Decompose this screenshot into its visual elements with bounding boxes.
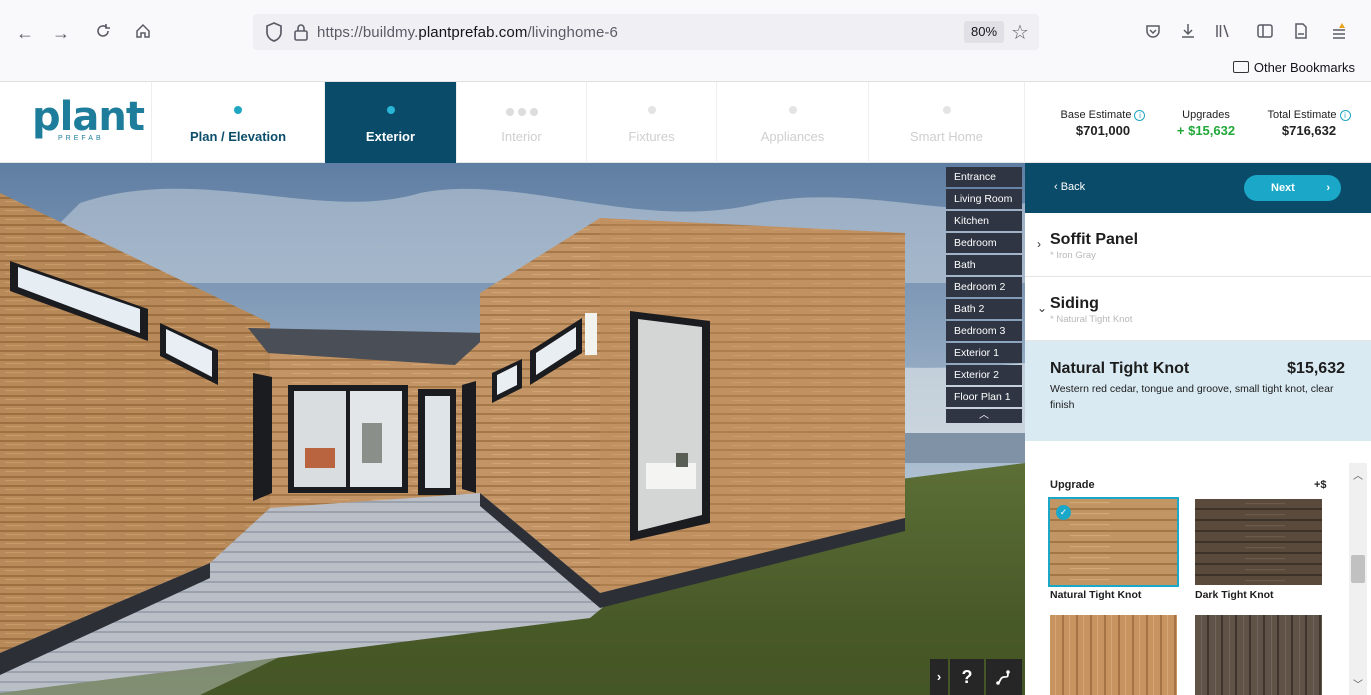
collapse-chevron-icon[interactable]: ︿ (946, 409, 1022, 423)
browser-toolbar: ← → https://buildmy.plantprefab.com/livi… (0, 0, 1371, 52)
expand-chevron-icon[interactable]: › (930, 659, 948, 695)
home-icon[interactable] (132, 22, 154, 44)
wood-swatch-dark (1195, 499, 1322, 585)
step-indicator-dot (647, 106, 656, 114)
exterior-render[interactable] (0, 163, 1025, 695)
room-bath-button[interactable]: Bath (946, 255, 1022, 275)
check-icon: ✓ (1056, 505, 1071, 520)
path-tour-button[interactable] (986, 659, 1022, 695)
chevron-right-icon: › (1037, 237, 1041, 251)
step-indicator-dot (234, 106, 242, 114)
menu-icon[interactable] (1328, 22, 1350, 44)
section-soffit-panel[interactable]: › Soffit Panel * Iron Gray (1025, 213, 1371, 277)
url-bar[interactable]: https://buildmy.plantprefab.com/livingho… (253, 14, 1039, 50)
step-progress-dots (457, 103, 586, 121)
logo-subtitle: PREFAB (58, 135, 104, 142)
options-panel: ‹ Back Next › › Soffit Panel * Iron Gray… (1025, 163, 1371, 695)
room-exterior-2-button[interactable]: Exterior 2 (946, 365, 1022, 385)
room-selector: Entrance Living Room Kitchen Bedroom Bat… (946, 167, 1022, 423)
room-kitchen-button[interactable]: Kitchen (946, 211, 1022, 231)
panel-scrollbar[interactable]: ︿ ﹀ (1349, 463, 1367, 695)
step-indicator-dot (942, 106, 951, 114)
selected-option-card: Natural Tight Knot $15,632 Western red c… (1025, 341, 1371, 441)
step-smart-home[interactable]: Smart Home (869, 82, 1025, 163)
bookmarks-bar: Other Bookmarks (0, 52, 1371, 82)
upgrade-cost-heading: +$ (1314, 479, 1327, 491)
room-bedroom-button[interactable]: Bedroom (946, 233, 1022, 253)
scrollbar-thumb[interactable] (1351, 555, 1365, 583)
scroll-down-arrow-icon[interactable]: ﹀ (1349, 676, 1367, 691)
zoom-level-badge[interactable]: 80% (964, 21, 1004, 43)
reload-icon[interactable] (92, 22, 114, 44)
chevron-right-icon: › (1326, 182, 1330, 194)
panel-nav: ‹ Back Next › (1025, 163, 1371, 213)
room-bedroom-2-button[interactable]: Bedroom 2 (946, 277, 1022, 297)
plant-prefab-logo[interactable]: plant PREFAB (0, 82, 152, 163)
url-text[interactable]: https://buildmy.plantprefab.com/livingho… (317, 24, 618, 41)
section-siding[interactable]: ⌄ Siding * Natural Tight Knot (1025, 277, 1371, 341)
total-estimate: Total Estimate i $716,632 (1258, 109, 1360, 138)
shield-icon[interactable] (265, 21, 283, 43)
room-exterior-1-button[interactable]: Exterior 1 (946, 343, 1022, 363)
option-label: Natural Tight Knot (1050, 589, 1142, 601)
room-bath-2-button[interactable]: Bath 2 (946, 299, 1022, 319)
lock-icon[interactable] (293, 22, 309, 42)
info-icon[interactable]: i (1134, 110, 1146, 121)
step-interior[interactable]: Interior (457, 82, 587, 163)
help-button[interactable]: ? (950, 659, 984, 695)
pocket-icon[interactable] (1142, 22, 1164, 44)
room-living-room-button[interactable]: Living Room (946, 189, 1022, 209)
step-indicator-dot (386, 106, 395, 114)
forward-arrow-icon[interactable]: → (50, 22, 72, 44)
siding-option-3[interactable] (1050, 615, 1177, 695)
reader-view-icon[interactable] (1290, 22, 1312, 44)
room-entrance-button[interactable]: Entrance (946, 167, 1022, 187)
siding-option-dark-tight-knot[interactable] (1195, 499, 1322, 585)
sidebar-icon[interactable] (1254, 22, 1276, 44)
wood-swatch-vertical-light (1050, 615, 1177, 695)
room-floor-plan-1-button[interactable]: Floor Plan 1 (946, 387, 1022, 407)
info-icon[interactable]: i (1339, 110, 1351, 121)
siding-option-4[interactable] (1195, 615, 1322, 695)
next-button[interactable]: Next › (1244, 175, 1341, 201)
back-button[interactable]: ‹ Back (1054, 181, 1085, 193)
base-estimate: Base Estimate i $701,000 (1058, 109, 1148, 138)
download-icon[interactable] (1177, 22, 1199, 44)
scroll-up-arrow-icon[interactable]: ︿ (1349, 467, 1367, 482)
option-label: Dark Tight Knot (1195, 589, 1274, 601)
wood-swatch-vertical-dark (1195, 615, 1322, 695)
logo-wordmark: plant (32, 94, 145, 140)
room-bedroom-3-button[interactable]: Bedroom 3 (946, 321, 1022, 341)
library-icon[interactable] (1212, 22, 1234, 44)
step-fixtures[interactable]: Fixtures (587, 82, 717, 163)
other-bookmarks-folder[interactable]: Other Bookmarks (1232, 60, 1355, 75)
3d-viewer[interactable]: Entrance Living Room Kitchen Bedroom Bat… (0, 163, 1025, 695)
upgrades-estimate: Upgrades + $15,632 (1176, 109, 1236, 138)
step-indicator-dot (788, 106, 797, 114)
route-icon (996, 670, 1010, 685)
siding-option-natural-tight-knot[interactable]: ✓ (1048, 497, 1179, 587)
upgrade-heading: Upgrade (1050, 479, 1095, 491)
app-header: plant PREFAB Plan / Elevation Exterior I… (0, 82, 1371, 163)
chevron-down-icon: ⌄ (1037, 301, 1048, 315)
step-plan-elevation[interactable]: Plan / Elevation (152, 82, 325, 163)
folder-icon (1232, 61, 1249, 73)
step-appliances[interactable]: Appliances (717, 82, 869, 163)
bookmark-star-icon[interactable]: ☆ (1011, 20, 1029, 45)
step-exterior[interactable]: Exterior (325, 82, 457, 163)
back-arrow-icon[interactable]: ← (14, 22, 36, 44)
